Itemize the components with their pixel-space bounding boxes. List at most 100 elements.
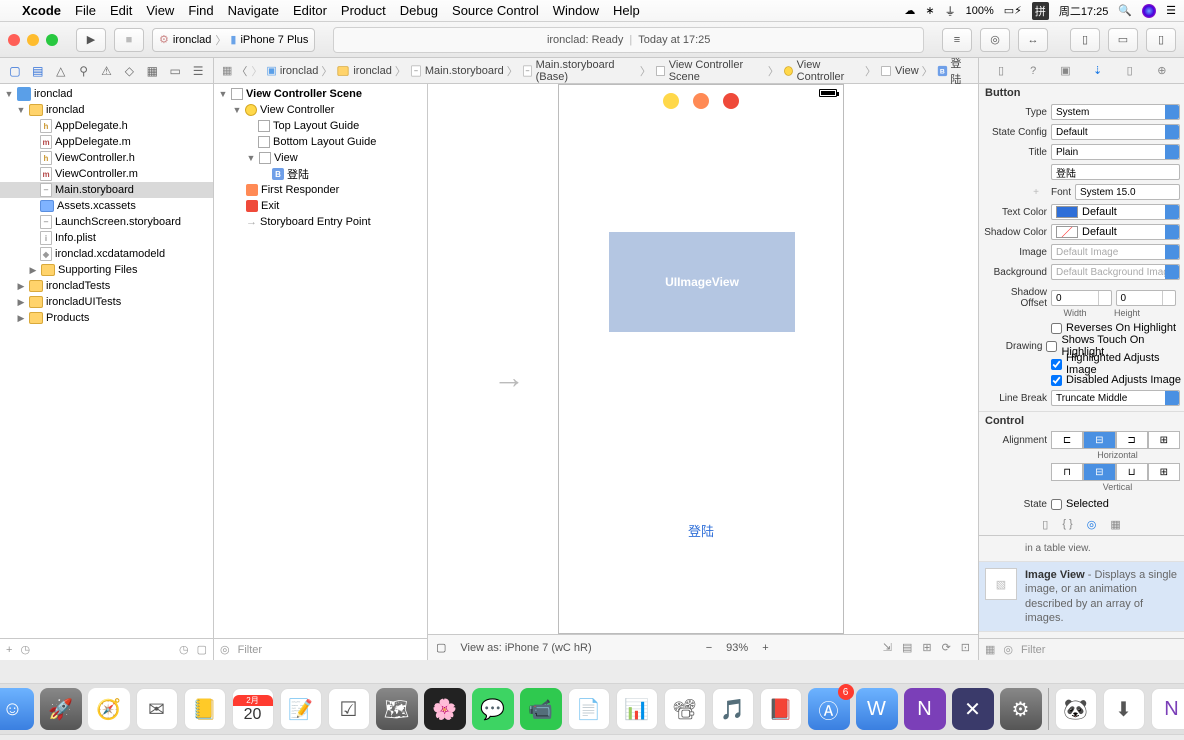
align-v-top[interactable]: ⊓ xyxy=(1051,463,1083,481)
group-ironclad[interactable]: ▼ironclad xyxy=(0,102,213,118)
bluetooth-icon[interactable]: ∗ xyxy=(925,4,934,17)
bottom-guide-row[interactable]: Bottom Layout Guide xyxy=(214,134,427,150)
fld-textcolor[interactable]: Default xyxy=(1051,204,1180,220)
crumb-5[interactable]: View Controller xyxy=(797,59,862,83)
project-root[interactable]: ▼ironclad xyxy=(0,86,213,102)
button-row[interactable]: B登陆 xyxy=(214,166,427,182)
nav-source-icon[interactable]: ▤ xyxy=(31,64,45,78)
toggle-outline-icon[interactable]: ▢ xyxy=(436,641,446,654)
lib-filter-icon[interactable]: ◎ xyxy=(1003,643,1013,656)
input-source[interactable]: 拼 xyxy=(1032,2,1049,20)
chk-reverses[interactable] xyxy=(1051,323,1062,334)
size-inspector-icon[interactable]: ▯ xyxy=(1123,64,1137,78)
login-button[interactable]: 登陆 xyxy=(559,521,843,540)
nav-breakpoint-icon[interactable]: ▭ xyxy=(168,64,182,78)
lib-item-truncated[interactable]: in a table view. xyxy=(979,536,1184,562)
file-info-plist[interactable]: iInfo.plist xyxy=(0,230,213,246)
zoom-in[interactable]: + xyxy=(762,642,768,654)
crumb-3[interactable]: Main.storyboard (Base) xyxy=(536,59,637,83)
first-responder-row[interactable]: First Responder xyxy=(214,182,427,198)
dock-reminders[interactable]: ☑ xyxy=(328,688,370,730)
nav-report-icon[interactable]: ☰ xyxy=(191,64,205,78)
pin-icon[interactable]: ⊞ xyxy=(922,641,931,654)
nav-test-icon[interactable]: ◇ xyxy=(122,64,136,78)
forward-button[interactable]: 〉 xyxy=(251,63,262,79)
view-as-label[interactable]: View as: iPhone 7 (wC hR) xyxy=(460,642,591,654)
dock-calendar[interactable]: 2月20 xyxy=(232,688,274,730)
dock-maps[interactable]: 🗺 xyxy=(376,688,418,730)
menu-view[interactable]: View xyxy=(146,3,174,18)
dock-photos[interactable]: 🌸 xyxy=(424,688,466,730)
help-inspector-icon[interactable]: ? xyxy=(1026,64,1040,78)
nav-issue-icon[interactable]: ⚠ xyxy=(100,64,114,78)
dock-folder[interactable]: 🐼 xyxy=(1055,688,1097,730)
dock-numbers[interactable]: 📊 xyxy=(616,688,658,730)
lib-objects-icon[interactable]: ◎ xyxy=(1087,518,1097,531)
lib-code-snippets-icon[interactable]: { } xyxy=(1062,518,1072,531)
align-icon[interactable]: ▤ xyxy=(902,641,912,654)
dock-facetime[interactable]: 📹 xyxy=(520,688,562,730)
resize-icon[interactable]: ⊡ xyxy=(961,641,970,654)
file-launchscreen[interactable]: ⎯LaunchScreen.storyboard xyxy=(0,214,213,230)
fld-linebreak[interactable]: Truncate Middle xyxy=(1051,390,1180,406)
uiimageview[interactable]: UIImageView xyxy=(609,232,795,332)
lib-view-icon[interactable]: ▦ xyxy=(985,643,995,656)
crumb-4[interactable]: View Controller Scene xyxy=(669,59,765,83)
resolve-icon[interactable]: ⟳ xyxy=(942,641,951,654)
dock-onenote[interactable]: N xyxy=(904,688,946,730)
fld-bg[interactable]: Default Background Image xyxy=(1051,264,1180,280)
menu-app[interactable]: Xcode xyxy=(22,3,61,18)
dock-word[interactable]: W xyxy=(856,688,898,730)
crumb-6[interactable]: View xyxy=(895,65,919,77)
device-frame[interactable]: UIImageView 登陆 xyxy=(558,84,844,634)
toggle-utilities[interactable]: ▯ xyxy=(1146,28,1176,52)
fld-image[interactable]: Default Image xyxy=(1051,244,1180,260)
exit-row[interactable]: Exit xyxy=(214,198,427,214)
lib-file-templates-icon[interactable]: ▯ xyxy=(1042,518,1048,531)
align-h-left[interactable]: ⊏ xyxy=(1051,431,1083,449)
vc-row[interactable]: ▼View Controller xyxy=(214,102,427,118)
spotlight-icon[interactable]: 🔍 xyxy=(1118,4,1132,17)
align-h-center[interactable]: ⊟ xyxy=(1083,431,1115,449)
toggle-debug[interactable]: ▭ xyxy=(1108,28,1138,52)
group-tests[interactable]: ▶ironcladTests xyxy=(0,278,213,294)
back-button[interactable]: 〈 xyxy=(236,63,247,79)
dock-finder[interactable]: ☺ xyxy=(0,688,34,730)
menu-window[interactable]: Window xyxy=(553,3,599,18)
group-uitests[interactable]: ▶ironcladUITests xyxy=(0,294,213,310)
crumb-1[interactable]: ironclad xyxy=(353,65,392,77)
nav-debug-icon[interactable]: ▦ xyxy=(145,64,159,78)
lib-media-icon[interactable]: ▦ xyxy=(1110,518,1120,531)
editor-standard[interactable]: ≡ xyxy=(942,28,972,52)
run-button[interactable]: ▶ xyxy=(76,28,106,52)
canvas[interactable]: → UIImageView 登陆 ▢ View as: iPhone 7 (wC… xyxy=(428,84,978,660)
dock-appstore[interactable]: Ⓐ6 xyxy=(808,688,850,730)
menu-product[interactable]: Product xyxy=(341,3,386,18)
close-window[interactable] xyxy=(8,34,20,46)
dock-ibooks[interactable]: 📕 xyxy=(760,688,802,730)
menu-help[interactable]: Help xyxy=(613,3,640,18)
align-v-center[interactable]: ⊟ xyxy=(1083,463,1115,481)
editor-version[interactable]: ↔ xyxy=(1018,28,1048,52)
dock-onenote2[interactable]: N xyxy=(1151,688,1184,730)
top-guide-row[interactable]: Top Layout Guide xyxy=(214,118,427,134)
align-v-bottom[interactable]: ⊔ xyxy=(1116,463,1148,481)
cloud-icon[interactable]: ☁︎ xyxy=(904,4,915,17)
chk-selected[interactable] xyxy=(1051,499,1062,510)
lib-item-imageview[interactable]: ▧ Image View - Displays a single image, … xyxy=(979,562,1184,632)
menu-edit[interactable]: Edit xyxy=(110,3,132,18)
zoom-out[interactable]: − xyxy=(706,642,712,654)
minimize-window[interactable] xyxy=(27,34,39,46)
lib-filter-label[interactable]: Filter xyxy=(1021,644,1045,656)
scene-dock-exit[interactable] xyxy=(723,93,739,109)
file-assets[interactable]: Assets.xcassets xyxy=(0,198,213,214)
align-h-right[interactable]: ⊐ xyxy=(1116,431,1148,449)
menu-debug[interactable]: Debug xyxy=(400,3,438,18)
dock-keynote[interactable]: 📽 xyxy=(664,688,706,730)
scene-dock-vc[interactable] xyxy=(663,93,679,109)
file-appdelegate-h[interactable]: hAppDelegate.h xyxy=(0,118,213,134)
file-viewcontroller-h[interactable]: hViewController.h xyxy=(0,150,213,166)
outline-filter-label[interactable]: Filter xyxy=(238,644,262,656)
identity-inspector-icon[interactable]: ▣ xyxy=(1058,64,1072,78)
outline-filter-icon[interactable]: ◎ xyxy=(220,643,230,656)
